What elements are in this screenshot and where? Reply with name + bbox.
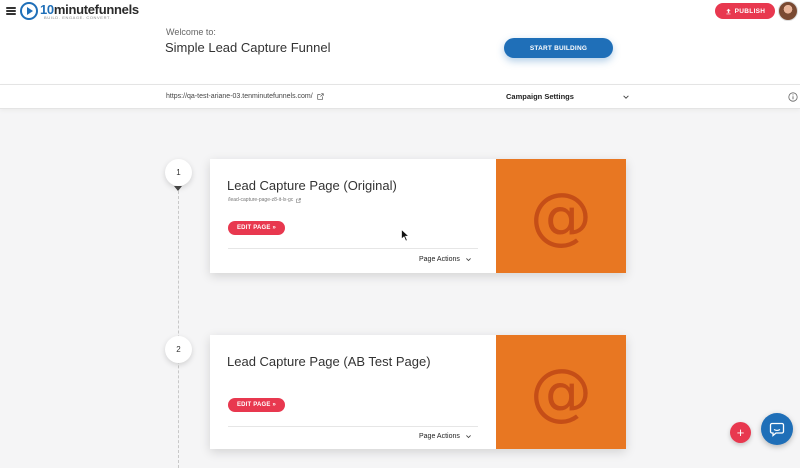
funnel-step-card-1: Lead Capture Page (Original) /lead-captu… (210, 159, 626, 273)
edit-page-button[interactable]: EDIT PAGE » (228, 398, 285, 412)
logo-name: 10minutefunnels (40, 1, 139, 17)
external-link-icon (317, 93, 324, 100)
funnel-url: https://qa-test-ariane-03.tenminutefunne… (166, 93, 313, 100)
funnel-url-link[interactable]: https://qa-test-ariane-03.tenminutefunne… (166, 93, 324, 100)
add-step-button[interactable]: + (730, 422, 751, 443)
at-sign-icon: @ (530, 179, 592, 252)
funnel-step-card-2: Lead Capture Page (AB Test Page) EDIT PA… (210, 335, 626, 449)
card-divider (228, 426, 478, 427)
publish-button[interactable]: PUBLISH (715, 3, 775, 19)
page-path-link[interactable]: /lead-capture-page-z8-it-lx-gc (228, 197, 302, 203)
chat-button[interactable] (761, 413, 793, 445)
timeline-connector (178, 186, 179, 468)
at-sign-icon: @ (530, 355, 592, 428)
step-number-1: 1 (165, 159, 192, 186)
info-icon[interactable] (788, 92, 798, 102)
page-thumbnail[interactable]: @ (496, 159, 626, 273)
menu-icon[interactable] (6, 7, 16, 15)
start-building-button[interactable]: START BUILDING (504, 38, 613, 58)
welcome-label: Welcome to: (166, 27, 216, 37)
page-path: /lead-capture-page-z8-it-lx-gc (228, 197, 294, 203)
page-actions-dropdown[interactable]: Page Actions (419, 256, 472, 263)
plus-icon: + (736, 425, 745, 440)
page-actions-dropdown[interactable]: Page Actions (419, 433, 472, 440)
campaign-settings-dropdown[interactable]: Campaign Settings (506, 92, 574, 101)
page-actions-label: Page Actions (419, 256, 460, 263)
chat-icon (769, 422, 785, 437)
chevron-down-icon (465, 258, 471, 262)
top-header: 10minutefunnels BUILD. ENGAGE. CONVERT. … (0, 0, 800, 84)
chevron-down-icon (465, 435, 471, 439)
publish-label: PUBLISH (734, 7, 766, 15)
campaign-bar: https://qa-test-ariane-03.tenminutefunne… (0, 84, 800, 109)
logo[interactable]: 10minutefunnels BUILD. ENGAGE. CONVERT. (20, 1, 139, 21)
page-title: Lead Capture Page (Original) (227, 178, 397, 193)
edit-page-button[interactable]: EDIT PAGE » (228, 221, 285, 235)
step-arrow (174, 186, 182, 191)
mouse-cursor-icon (401, 229, 410, 242)
card-divider (228, 248, 478, 249)
step-number-2: 2 (165, 336, 192, 363)
external-link-icon (296, 197, 302, 203)
page-title: Lead Capture Page (AB Test Page) (227, 354, 431, 369)
funnel-title: Simple Lead Capture Funnel (165, 40, 331, 55)
upload-icon (726, 8, 731, 14)
play-logo-icon (20, 2, 38, 20)
avatar[interactable] (778, 1, 798, 21)
chevron-down-icon[interactable] (622, 93, 630, 101)
page-thumbnail[interactable]: @ (496, 335, 626, 449)
page-actions-label: Page Actions (419, 433, 460, 440)
